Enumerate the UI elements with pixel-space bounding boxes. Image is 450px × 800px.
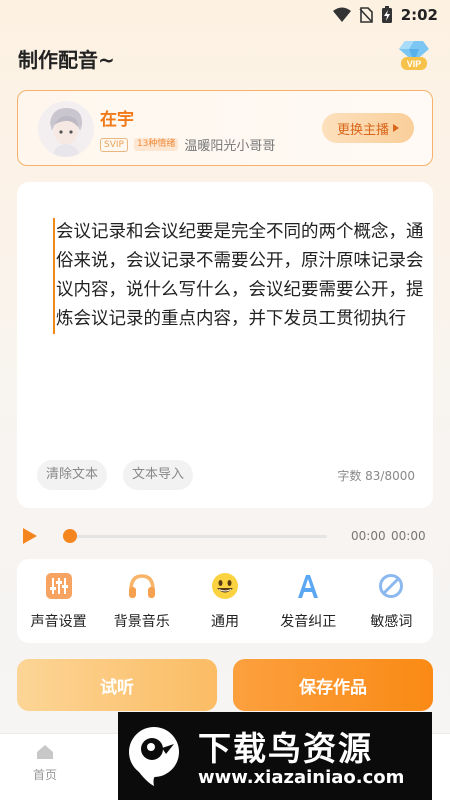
watermark-url: www.xiazainiao.com [198,767,405,788]
current-time: 00:00 [351,529,386,543]
wifi-icon [332,7,351,22]
header: 制作配音~ VIP [18,40,432,74]
smiley-icon [210,571,240,601]
save-work-button[interactable]: 保存作品 [233,659,433,711]
battery-charging-icon [381,6,392,23]
text-editor-card: 会议记录和会议纪要是完全不同的两个概念，通俗来说，会议记录不需要公开，原汁原味记… [17,182,433,508]
tool-label: 通用 [211,614,239,630]
status-bar: 2:02 [0,0,450,32]
total-time: 00:00 [391,529,426,543]
no-sim-icon [359,7,373,23]
letter-a-icon [293,571,323,601]
play-triangle-icon [393,124,399,132]
clear-text-button[interactable]: 清除文本 [37,460,108,490]
anchor-meta: SVIP 13种情绪 温暖阳光小哥哥 [100,135,275,154]
watermark-overlay: 下载鸟资源 www.xiazainiao.com [118,712,432,800]
tab-home-label: 首页 [32,768,57,782]
listen-button[interactable]: 试听 [17,659,217,711]
svip-tag: SVIP [100,137,128,152]
play-icon[interactable] [23,528,37,544]
vip-label: VIP [407,59,422,69]
script-textarea[interactable]: 会议记录和会议纪要是完全不同的两个概念，通俗来说，会议记录不需要公开，原汁原味记… [53,218,437,334]
home-icon [37,745,53,759]
anchor-card: 在宇 SVIP 13种情绪 温暖阳光小哥哥 更换主播 [17,90,433,166]
tool-general[interactable]: 通用 [183,559,266,643]
tab-home[interactable]: 首页 [22,744,68,783]
emotion-tag: 13种情绪 [133,138,179,151]
char-count: 字数 83/8000 [337,469,415,483]
change-anchor-button[interactable]: 更换主播 [322,113,414,143]
tool-voice-settings[interactable]: 声音设置 [17,559,100,643]
anchor-description: 温暖阳光小哥哥 [184,139,276,154]
watermark-title: 下载鸟资源 [198,729,373,768]
audio-player: 00:00 00:00 [17,522,433,550]
tool-pronunciation-fix[interactable]: 发音纠正 [267,559,350,643]
status-time: 2:02 [400,6,438,24]
progress-knob[interactable] [63,529,77,543]
watermark-bird-logo [129,727,179,786]
sliders-icon [44,571,74,601]
tool-sensitive-words[interactable]: 敏感词 [350,559,433,643]
vip-diamond-icon[interactable]: VIP [396,38,432,72]
change-anchor-label: 更换主播 [336,122,389,138]
tool-background-music[interactable]: 背景音乐 [100,559,183,643]
tool-label: 声音设置 [30,614,87,630]
anchor-avatar [38,101,94,157]
anchor-name: 在宇 [100,110,134,130]
tools-row: 声音设置 背景音乐 通用 发音纠正 敏感词 [17,559,433,643]
import-text-button[interactable]: 文本导入 [123,460,194,490]
tool-label: 发音纠正 [280,614,337,630]
tool-label: 敏感词 [370,614,413,630]
progress-track[interactable] [69,535,327,538]
forbidden-icon [376,571,406,601]
tool-label: 背景音乐 [113,614,170,630]
headphones-icon [127,571,157,601]
page-title: 制作配音~ [18,48,115,72]
